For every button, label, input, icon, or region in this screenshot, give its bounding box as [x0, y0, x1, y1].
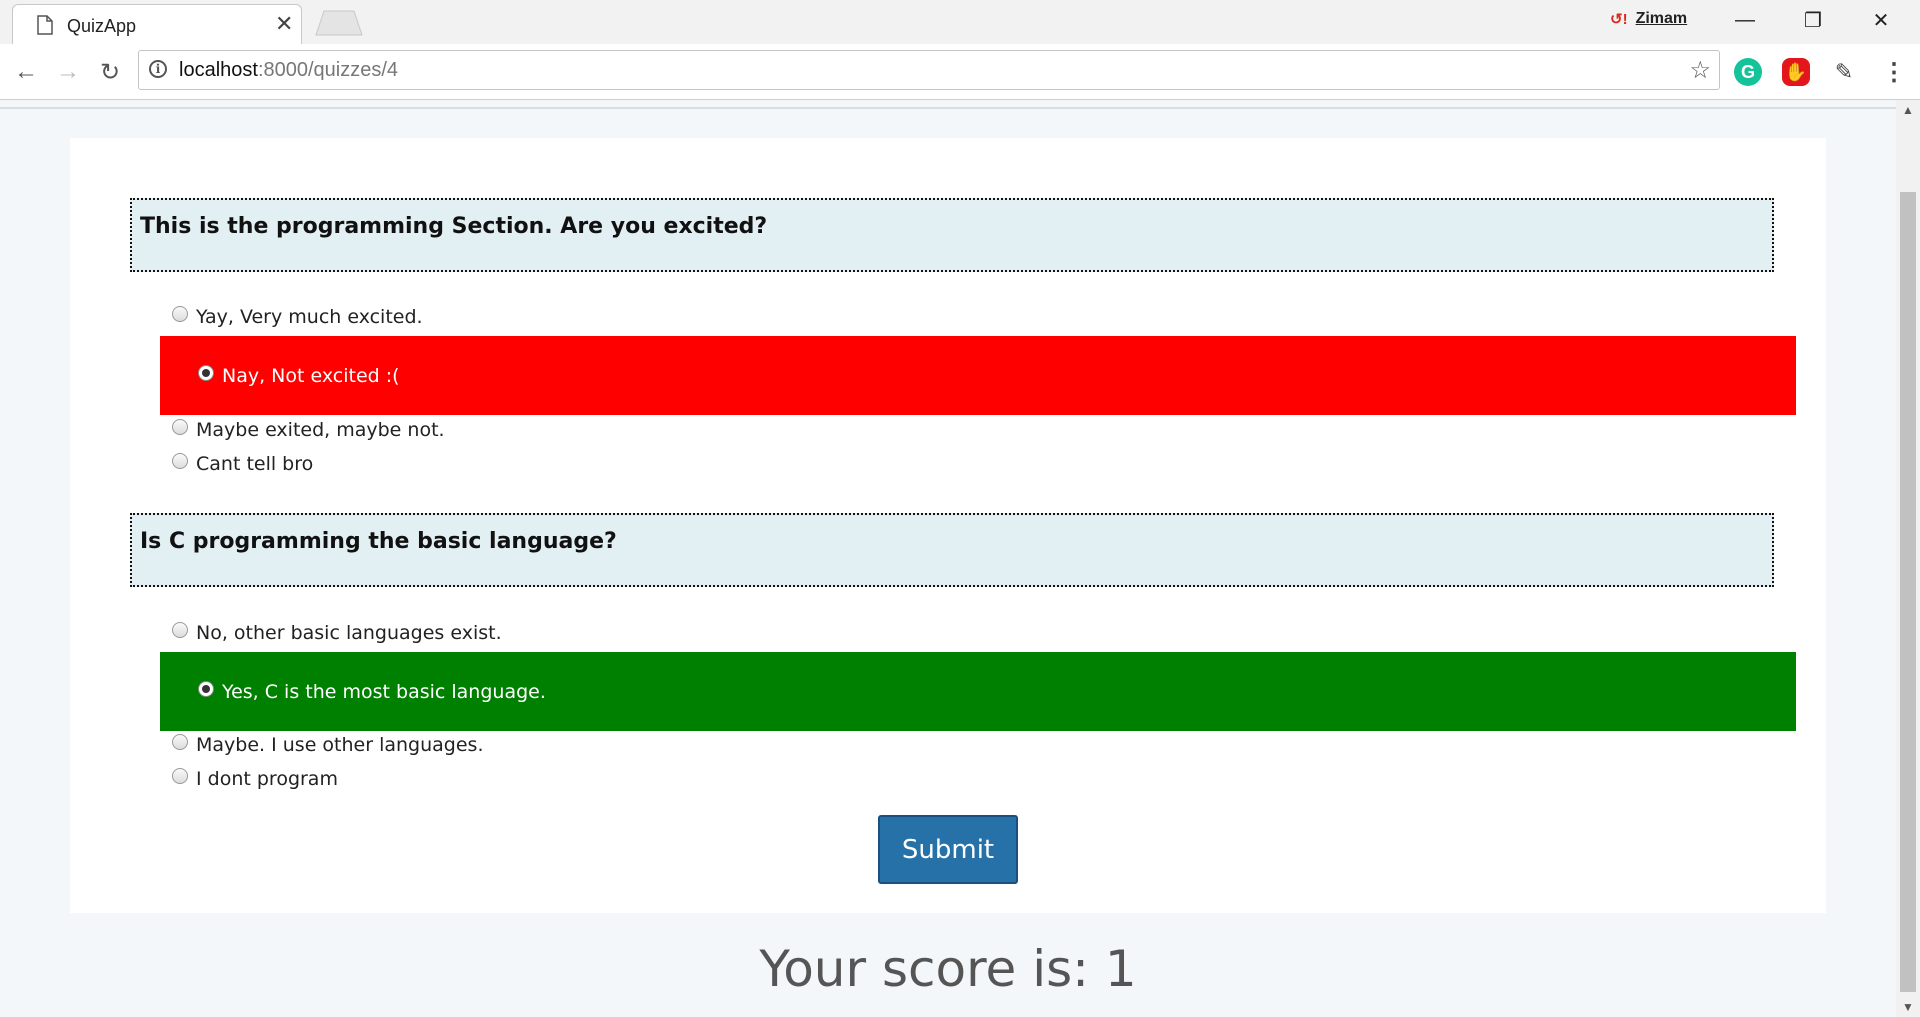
scroll-down-icon[interactable]: ▼ [1896, 997, 1920, 1017]
radio-button[interactable] [172, 622, 188, 638]
window-close-icon[interactable]: ✕ [1852, 0, 1910, 40]
question-text: This is the programming Section. Are you… [140, 214, 768, 239]
page-icon [37, 15, 53, 35]
new-tab-button[interactable] [314, 10, 364, 36]
sync-error-icon: ↺! [1610, 11, 1628, 28]
bookmark-star-icon[interactable]: ☆ [1689, 56, 1711, 85]
address-bar[interactable]: i localhost:8000/quizzes/4 ☆ [138, 50, 1720, 90]
profile-button[interactable]: ↺! Zimam [1610, 10, 1687, 28]
radio-button[interactable] [172, 734, 188, 750]
url-text[interactable]: localhost:8000/quizzes/4 [179, 59, 398, 82]
score-text: Your score is: 1 [759, 940, 1137, 998]
question-box: Is C programming the basic language? [130, 513, 1774, 587]
radio-button[interactable] [172, 768, 188, 784]
scroll-thumb[interactable] [1900, 192, 1916, 992]
quiz-card: This is the programming Section. Are you… [70, 138, 1826, 913]
minimize-icon[interactable]: — [1716, 0, 1774, 40]
option-item[interactable]: Maybe. I use other languages. [172, 730, 483, 760]
option-item[interactable]: Maybe exited, maybe not. [172, 415, 445, 445]
restore-icon[interactable]: ❐ [1784, 0, 1842, 40]
option-item[interactable]: Yay, Very much excited. [172, 302, 423, 332]
profile-name: Zimam [1635, 10, 1688, 27]
adblock-icon[interactable]: ✋ [1782, 58, 1810, 86]
option-label: Yes, C is the most basic language. [222, 680, 546, 703]
close-tab-icon[interactable]: ✕ [275, 13, 293, 35]
option-label: Cant tell bro [196, 453, 314, 475]
back-icon[interactable]: ← [10, 56, 42, 88]
forward-icon[interactable]: → [52, 56, 84, 88]
option-label: Yay, Very much excited. [196, 306, 423, 328]
scroll-up-icon[interactable]: ▲ [1896, 100, 1920, 120]
option-label: No, other basic languages exist. [196, 622, 502, 644]
option-item-wrong[interactable]: Nay, Not excited :( [160, 336, 1796, 415]
divider [0, 107, 1896, 109]
radio-button[interactable] [172, 306, 188, 322]
info-icon[interactable]: i [149, 60, 167, 78]
tab-title: QuizApp [67, 16, 137, 36]
option-label: I dont program [196, 768, 338, 790]
radio-button[interactable] [172, 419, 188, 435]
radio-button[interactable] [172, 453, 188, 469]
option-item[interactable]: No, other basic languages exist. [172, 618, 502, 648]
menu-icon[interactable]: ⋮ [1880, 58, 1908, 86]
option-label: Maybe exited, maybe not. [196, 419, 445, 441]
question-box: This is the programming Section. Are you… [130, 198, 1774, 272]
option-item[interactable]: Cant tell bro [172, 449, 313, 479]
browser-toolbar: ← → ↻ i localhost:8000/quizzes/4 ☆ G ✋ ✎… [0, 44, 1920, 100]
question-text: Is C programming the basic language? [140, 529, 617, 554]
option-item-correct[interactable]: Yes, C is the most basic language. [160, 652, 1796, 731]
submit-button[interactable]: Submit [878, 815, 1018, 884]
grammarly-icon[interactable]: G [1734, 58, 1762, 86]
title-bar: QuizApp ✕ ↺! Zimam — ❐ ✕ [0, 0, 1920, 44]
option-label: Nay, Not excited :( [222, 364, 400, 387]
option-label: Maybe. I use other languages. [196, 734, 484, 756]
radio-button[interactable] [198, 364, 214, 381]
scrollbar[interactable]: ▲ ▼ [1896, 100, 1920, 1017]
reload-icon[interactable]: ↻ [94, 56, 126, 88]
radio-button[interactable] [198, 680, 214, 697]
eyedropper-icon[interactable]: ✎ [1830, 58, 1858, 86]
browser-tab[interactable]: QuizApp ✕ [12, 4, 302, 44]
option-item[interactable]: I dont program [172, 764, 338, 794]
